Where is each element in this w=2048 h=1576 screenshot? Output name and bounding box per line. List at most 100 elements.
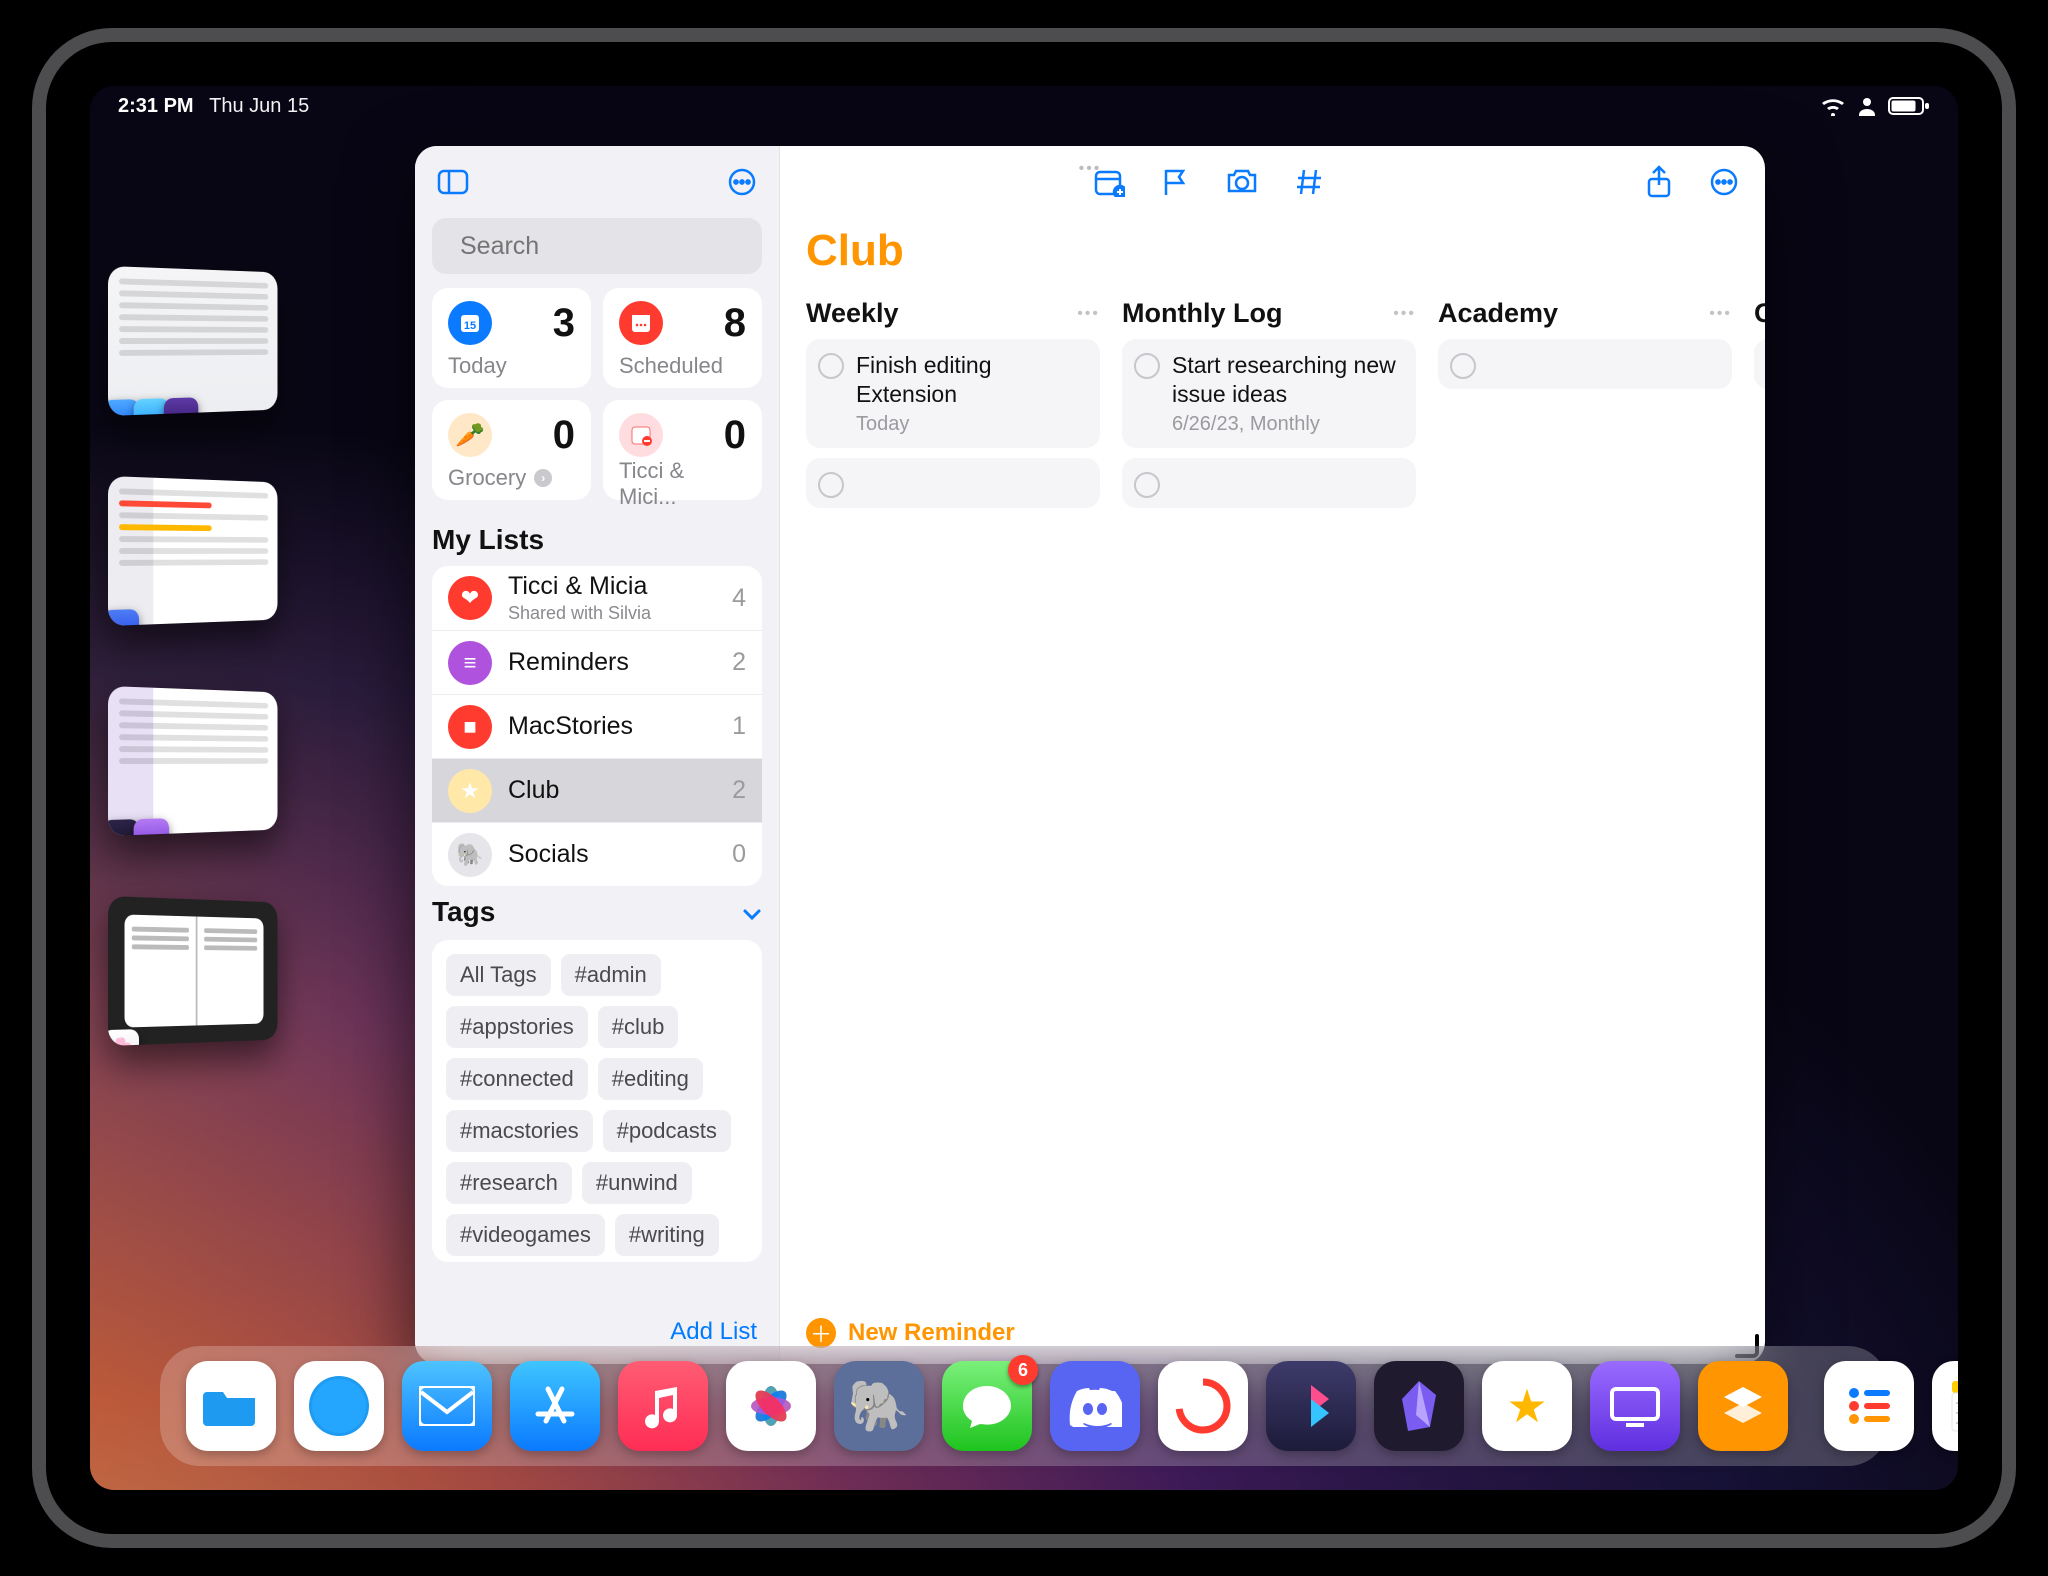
tag-pill[interactable]: #macstories: [446, 1110, 593, 1152]
toggle-sidebar-button[interactable]: [437, 169, 469, 195]
plus-circle-icon[interactable]: ＋: [806, 1318, 836, 1348]
reminder-card[interactable]: Finish editing ExtensionToday: [806, 339, 1100, 448]
battery-icon: [1888, 96, 1930, 116]
new-reminder-row[interactable]: [1754, 339, 1765, 389]
toolbar: [780, 146, 1765, 218]
tag-pill[interactable]: #connected: [446, 1058, 588, 1100]
tag-pill[interactable]: #research: [446, 1162, 572, 1204]
dock-app-timery[interactable]: [1158, 1361, 1248, 1451]
search-field[interactable]: [432, 218, 762, 274]
sidebar: 153Today8Scheduled🥕0Grocery›0Ticci & Mic…: [415, 146, 780, 1364]
list-count: 4: [732, 584, 746, 613]
flag-icon[interactable]: [1161, 167, 1189, 197]
complete-circle[interactable]: [1134, 353, 1160, 379]
tag-pill[interactable]: #editing: [598, 1058, 703, 1100]
hashtag-icon[interactable]: [1295, 167, 1323, 197]
wifi-icon: [1820, 96, 1846, 116]
dock-app-shortcuts[interactable]: [1266, 1361, 1356, 1451]
svg-text:15: 15: [464, 320, 476, 332]
dock-app-mail[interactable]: [402, 1361, 492, 1451]
share-icon[interactable]: [1645, 165, 1673, 199]
list-icon: ❤: [448, 576, 492, 620]
stage-thumb[interactable]: 🌸: [108, 896, 278, 1046]
smart-list-today[interactable]: 153Today: [432, 288, 591, 388]
list-name: Reminders: [508, 648, 716, 677]
status-date: Thu Jun 15: [209, 95, 309, 117]
add-list-button[interactable]: Add List: [670, 1318, 757, 1346]
complete-circle[interactable]: [1450, 353, 1476, 379]
list-icon: ■: [448, 705, 492, 749]
new-reminder-row[interactable]: [806, 458, 1100, 508]
column-header: Othe: [1754, 298, 1765, 329]
window-grabber-icon[interactable]: •••: [1079, 160, 1102, 178]
tag-pill[interactable]: #podcasts: [603, 1110, 731, 1152]
list-name: Club: [508, 776, 716, 805]
new-reminder-row[interactable]: [1122, 458, 1416, 508]
status-time: 2:31 PM: [118, 95, 194, 117]
reminder-title: Start researching new issue ideas: [1172, 351, 1402, 409]
list-name: MacStories: [508, 712, 716, 741]
dock-app-appstore[interactable]: [510, 1361, 600, 1451]
dock-app-stack[interactable]: [1698, 1361, 1788, 1451]
ipad-screen: 2:31 PM Thu Jun 15: [90, 86, 1958, 1490]
dock-app-messages[interactable]: 6: [942, 1361, 1032, 1451]
smart-list-ticcimici[interactable]: 0Ticci & Mici...: [603, 400, 762, 500]
stage-thumb[interactable]: [108, 686, 278, 836]
smart-list-grocery[interactable]: 🥕0Grocery›: [432, 400, 591, 500]
tags-header[interactable]: Tags: [432, 896, 762, 928]
reminders-window: ••• 153Today8Scheduled🥕0Grocery›0Ti: [415, 146, 1765, 1364]
search-input[interactable]: [458, 231, 784, 262]
complete-circle[interactable]: [818, 353, 844, 379]
sidebar-list-reminders[interactable]: ≡Reminders2: [432, 630, 762, 694]
complete-circle[interactable]: [818, 472, 844, 498]
sidebar-list-macstories[interactable]: ■MacStories1: [432, 694, 762, 758]
dock-app-safari[interactable]: [294, 1361, 384, 1451]
dock-app-music[interactable]: [618, 1361, 708, 1451]
reminder-subtitle: 6/26/23, Monthly: [1172, 413, 1402, 436]
column-more-icon[interactable]: •••: [1077, 305, 1100, 323]
reminder-card[interactable]: Start researching new issue ideas 6/26/23…: [1122, 339, 1416, 448]
new-reminder-button[interactable]: New Reminder: [848, 1319, 1015, 1347]
status-bar: 2:31 PM Thu Jun 15: [90, 86, 1958, 126]
smart-label: Grocery›: [448, 465, 575, 491]
tag-pill[interactable]: #unwind: [582, 1162, 692, 1204]
stage-thumb[interactable]: [108, 266, 278, 416]
column-header: Academy: [1438, 298, 1558, 329]
dock-app-mastodon[interactable]: 🐘: [834, 1361, 924, 1451]
dock-app-discord[interactable]: [1050, 1361, 1140, 1451]
tag-pill[interactable]: #club: [598, 1006, 679, 1048]
main-pane: Club Weekly ••• Finish editing ExtensionTo…: [780, 146, 1765, 1364]
tag-pill[interactable]: #videogames: [446, 1214, 605, 1256]
list-name: Socials: [508, 840, 716, 869]
tag-pill[interactable]: #writing: [615, 1214, 719, 1256]
smart-list-scheduled[interactable]: 8Scheduled: [603, 288, 762, 388]
column-header: Weekly: [806, 298, 899, 329]
sidebar-list-ticcimicia[interactable]: ❤Ticci & MiciaShared with Silvia4: [432, 566, 762, 630]
column-more-icon[interactable]: •••: [1393, 305, 1416, 323]
list-title: Club: [806, 226, 1739, 276]
tag-pill[interactable]: #appstories: [446, 1006, 588, 1048]
sidebar-list-club[interactable]: ★Club2: [432, 758, 762, 822]
dock-recent-reminders[interactable]: [1824, 1361, 1914, 1451]
dock-app-display[interactable]: [1590, 1361, 1680, 1451]
dock-app-files[interactable]: [186, 1361, 276, 1451]
column-header: Monthly Log: [1122, 298, 1282, 329]
sidebar-list-socials[interactable]: 🐘Socials0: [432, 822, 762, 886]
camera-icon[interactable]: [1225, 167, 1259, 197]
dock-app-obsidian[interactable]: [1374, 1361, 1464, 1451]
smart-label: Today: [448, 353, 575, 379]
sidebar-more-button[interactable]: [727, 167, 757, 197]
list-count: 2: [732, 776, 746, 805]
dock-app-photos[interactable]: [726, 1361, 816, 1451]
column-more-icon[interactable]: •••: [1709, 305, 1732, 323]
badge: 6: [1008, 1355, 1038, 1385]
dock-recent-notes[interactable]: [1932, 1361, 1958, 1451]
more-icon[interactable]: [1709, 167, 1739, 197]
tag-pill[interactable]: #admin: [561, 954, 661, 996]
tag-pill[interactable]: All Tags: [446, 954, 551, 996]
list-count: 2: [732, 648, 746, 677]
complete-circle[interactable]: [1134, 472, 1160, 498]
new-reminder-row[interactable]: [1438, 339, 1732, 389]
dock-app-spark[interactable]: ★: [1482, 1361, 1572, 1451]
stage-thumb[interactable]: [108, 476, 278, 626]
